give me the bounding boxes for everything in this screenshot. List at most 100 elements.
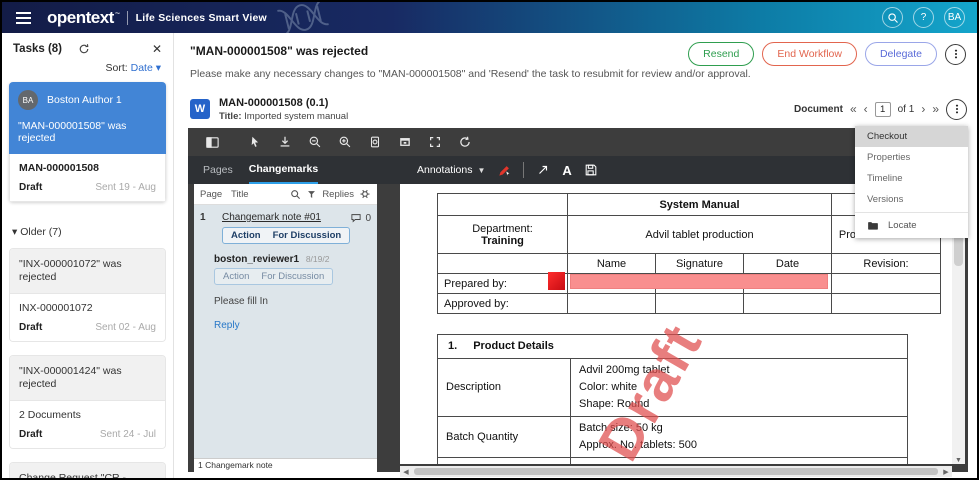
column-header-replies[interactable]: Replies xyxy=(322,189,354,200)
resend-button[interactable]: Resend xyxy=(688,42,755,66)
user-avatar[interactable]: BA xyxy=(944,7,965,28)
task-sent-date: Sent 24 - Jul xyxy=(99,429,156,440)
table-cell xyxy=(655,293,744,314)
fullscreen-icon xyxy=(430,137,440,147)
save-icon xyxy=(585,164,597,176)
scroll-left-icon[interactable]: ◀ xyxy=(400,468,412,476)
menu-item-checkout[interactable]: Checkout xyxy=(855,126,968,147)
task-author: Boston Author 1 xyxy=(47,94,122,106)
task-card[interactable]: "INX-000001072" was rejected INX-0000010… xyxy=(9,248,166,342)
viewer-body: Page Title Replies 1 Changemark note #01… xyxy=(188,184,968,477)
side-panel-icon xyxy=(205,136,219,148)
main-content: "MAN-000001508" was rejected Please make… xyxy=(174,33,977,478)
arrow-tool-button[interactable] xyxy=(533,163,553,177)
zoom-in-button[interactable] xyxy=(330,135,360,149)
tag-action: Action xyxy=(231,230,261,241)
task-more-menu-button[interactable] xyxy=(945,43,966,65)
filter-icon xyxy=(308,190,316,198)
refresh-tasks-button[interactable] xyxy=(78,43,90,55)
task-card[interactable]: "INX-000001424" was rejected 2 Documents… xyxy=(9,355,166,449)
word-document-icon: W xyxy=(190,99,210,119)
search-notes-button[interactable] xyxy=(290,189,301,200)
task-card[interactable]: Change Request "CR - 000001162" was reje… xyxy=(9,462,166,478)
text-tool-button[interactable]: A xyxy=(562,163,571,178)
changemark-annotation[interactable] xyxy=(548,272,565,290)
changemark-note[interactable]: 1 Changemark note #01 0 Action For Discu… xyxy=(194,205,377,458)
fit-width-button[interactable] xyxy=(390,135,420,149)
task-status: Draft xyxy=(19,182,43,193)
table-cell xyxy=(437,193,568,216)
next-page-icon[interactable]: › xyxy=(921,103,925,115)
download-button[interactable] xyxy=(270,135,300,149)
hamburger-menu-icon[interactable] xyxy=(16,11,31,24)
search-button[interactable] xyxy=(882,7,903,28)
close-tasks-icon[interactable]: ✕ xyxy=(152,42,162,56)
menu-item-properties[interactable]: Properties xyxy=(855,147,968,168)
reply-link[interactable]: Reply xyxy=(214,320,371,331)
task-subject: "MAN-000001508" was rejected xyxy=(18,120,127,144)
note-title-link[interactable]: Changemark note #01 xyxy=(222,212,321,224)
delegate-button[interactable]: Delegate xyxy=(864,42,937,66)
selected-task-card[interactable]: BA Boston Author 1 "MAN-000001508" was r… xyxy=(9,82,166,202)
column-header-page[interactable]: Page xyxy=(200,189,226,200)
scroll-down-icon[interactable]: ▼ xyxy=(952,457,965,464)
markup-pen-button[interactable] xyxy=(494,163,514,178)
zoom-out-button[interactable] xyxy=(300,135,330,149)
fit-width-icon xyxy=(400,138,410,146)
changemarks-panel: Page Title Replies 1 Changemark note #01… xyxy=(194,184,377,472)
menu-divider xyxy=(855,212,968,213)
filter-notes-button[interactable] xyxy=(306,189,317,200)
signature-header-cell: Signature xyxy=(655,253,744,274)
horizontal-scrollbar[interactable]: ◀ ▶ xyxy=(400,466,952,477)
rotate-button[interactable] xyxy=(450,135,480,149)
older-tasks-toggle[interactable]: ▾ Older (7) xyxy=(9,222,166,248)
scrollbar-thumb[interactable] xyxy=(414,468,938,475)
department-cell: Department: Training xyxy=(437,215,568,254)
help-button[interactable]: ? xyxy=(913,7,934,28)
fullscreen-button[interactable] xyxy=(420,135,450,149)
menu-item-timeline[interactable]: Timeline xyxy=(855,168,968,189)
end-workflow-button[interactable]: End Workflow xyxy=(762,42,857,66)
document-context-menu: Checkout Properties Timeline Versions Lo… xyxy=(855,126,968,238)
first-page-icon[interactable]: « xyxy=(850,103,857,115)
document-more-menu-button[interactable] xyxy=(946,98,967,120)
menu-item-locate[interactable]: Locate xyxy=(855,215,968,236)
scroll-right-icon[interactable]: ▶ xyxy=(940,468,952,476)
document-header: W MAN-000001508 (0.1) Title: Imported sy… xyxy=(174,90,977,128)
annotations-dropdown[interactable]: Annotations xyxy=(417,164,472,176)
column-header-title[interactable]: Title xyxy=(231,189,285,200)
sort-label: Sort: xyxy=(105,62,128,74)
packaging-value-cell: Bottle of 500 xyxy=(570,457,908,464)
packaging-label-cell: Packaging xyxy=(437,457,571,464)
product-details-table: 1. Product Details Description Advil 200m… xyxy=(437,334,908,464)
task-detail-header: "MAN-000001508" was rejected Please make… xyxy=(174,33,977,90)
note-tags-badge[interactable]: Action For Discussion xyxy=(222,227,351,244)
arrow-ne-icon xyxy=(539,165,548,174)
product-details-heading: 1. Product Details xyxy=(437,334,908,359)
menu-item-versions[interactable]: Versions xyxy=(855,189,968,210)
changemark-count-footer: 1 Changemark note xyxy=(194,458,377,472)
page-number-input[interactable]: 1 xyxy=(874,101,891,117)
viewer-toolbar xyxy=(188,128,968,156)
system-manual-heading: System Manual xyxy=(567,193,832,216)
approved-by-cell: Approved by: xyxy=(437,293,568,314)
fit-page-button[interactable] xyxy=(360,135,390,149)
topbar-divider xyxy=(126,10,128,25)
save-annotations-button[interactable] xyxy=(581,163,601,177)
panel-toggle-button[interactable] xyxy=(197,135,227,150)
sort-selector[interactable]: Date ▾ xyxy=(131,62,161,74)
tab-changemarks[interactable]: Changemarks xyxy=(248,156,319,184)
tab-pages[interactable]: Pages xyxy=(203,156,233,184)
last-page-icon[interactable]: » xyxy=(932,103,939,115)
zoom-in-icon xyxy=(339,136,351,148)
previous-page-icon[interactable]: ‹ xyxy=(864,103,868,115)
table-cell xyxy=(437,253,568,274)
tasks-panel-title: Tasks (8) xyxy=(13,43,63,55)
fit-page-icon xyxy=(370,136,380,148)
date-header-cell: Date xyxy=(743,253,832,274)
highlight-annotation[interactable] xyxy=(570,274,828,289)
select-tool-button[interactable] xyxy=(240,135,270,149)
kebab-icon xyxy=(954,49,957,59)
document-viewer: Pages Changemarks Annotations ▼ A Page T… xyxy=(188,128,968,477)
panel-settings-button[interactable] xyxy=(359,188,371,200)
